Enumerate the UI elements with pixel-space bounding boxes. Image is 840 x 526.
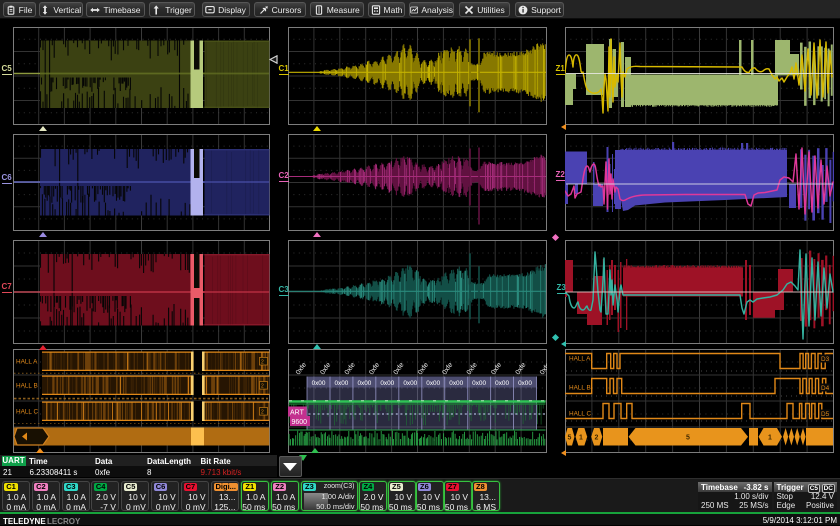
svg-text:D5: D5 <box>821 411 830 418</box>
svg-text:0x00: 0x00 <box>312 380 326 387</box>
svg-text:D4: D4 <box>821 385 830 392</box>
svg-text:0xfe: 0xfe <box>393 361 406 376</box>
svg-text:0xfe: 0xfe <box>344 361 357 376</box>
svg-text:2: 2 <box>261 360 264 366</box>
svg-text:0xfe: 0xfe <box>319 361 332 376</box>
svg-text:0xfe: 0xfe <box>295 361 308 376</box>
svg-text:0x00: 0x00 <box>472 380 486 387</box>
svg-text:HALL B: HALL B <box>569 385 591 392</box>
svg-text:0xfe: 0xfe <box>466 361 479 376</box>
svg-text:9600: 9600 <box>292 419 308 426</box>
svg-text:2: 2 <box>595 435 599 442</box>
svg-text:0x00: 0x00 <box>403 380 417 387</box>
svg-text:0x00: 0x00 <box>518 380 532 387</box>
svg-text:0x00: 0x00 <box>426 380 440 387</box>
svg-text:0x00: 0x00 <box>380 380 394 387</box>
svg-text:0xfe: 0xfe <box>515 361 528 376</box>
svg-text:0x00: 0x00 <box>334 380 348 387</box>
svg-text:5: 5 <box>686 435 690 442</box>
svg-text:0x00: 0x00 <box>357 380 371 387</box>
svg-text:HALL A: HALL A <box>569 356 591 363</box>
svg-text:0xfe: 0xfe <box>539 361 547 376</box>
svg-text:HALL C: HALL C <box>569 411 592 418</box>
svg-text:0xfe: 0xfe <box>490 361 503 376</box>
svg-text:ART: ART <box>290 410 305 417</box>
svg-text:HALL C: HALL C <box>16 409 39 416</box>
svg-text:0x00: 0x00 <box>495 380 509 387</box>
svg-text:2: 2 <box>261 410 264 416</box>
svg-text:0xfe: 0xfe <box>368 361 381 376</box>
svg-text:D3: D3 <box>821 356 830 363</box>
svg-text:HALL B: HALL B <box>16 383 38 390</box>
svg-text:2: 2 <box>261 384 264 390</box>
svg-text:0x00: 0x00 <box>449 380 463 387</box>
svg-text:0xfe: 0xfe <box>417 361 430 376</box>
svg-text:5: 5 <box>568 435 572 442</box>
svg-text:1: 1 <box>579 435 583 442</box>
svg-text:1: 1 <box>768 435 772 442</box>
svg-text:HALL A: HALL A <box>16 359 38 366</box>
